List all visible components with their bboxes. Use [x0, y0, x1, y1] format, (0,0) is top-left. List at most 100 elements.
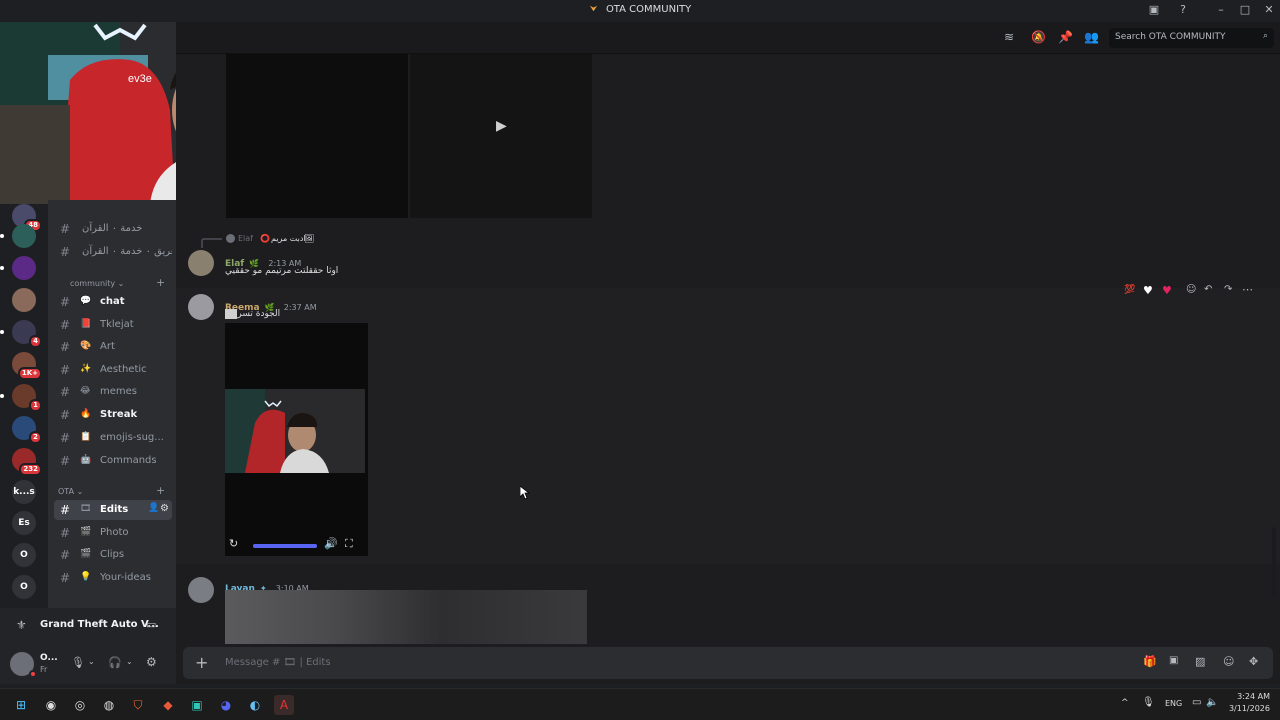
search-input[interactable]: Search OTA COMMUNITY ⌕: [1109, 28, 1274, 48]
activity-panel[interactable]: ⚜ Grand Theft Auto V... ▭: [0, 608, 176, 644]
avatar[interactable]: [188, 294, 214, 320]
tray-mic-icon[interactable]: 🎙: [1142, 697, 1155, 708]
reaction-100-icon[interactable]: 💯: [1124, 285, 1135, 295]
server-es[interactable]: Es: [12, 511, 36, 535]
channel-your-ideas[interactable]: # 💡 Your-ideas: [54, 568, 172, 588]
app-icon-2[interactable]: ◍: [99, 695, 119, 715]
reply-icon[interactable]: ↶: [1204, 284, 1212, 295]
settings-gear-icon[interactable]: ⚙: [146, 655, 157, 669]
headphones-icon[interactable]: 🎧: [108, 656, 122, 669]
server-o-1[interactable]: O: [12, 543, 36, 567]
server-o-2[interactable]: O: [12, 575, 36, 599]
channel-memes[interactable]: # 😂 memes: [54, 382, 172, 402]
threads-icon[interactable]: ≋: [1004, 30, 1014, 44]
add-channel-icon[interactable]: +: [156, 484, 165, 497]
user-panel: O... Fr 🎙 ⌄ 🎧 ⌄ ⚙: [0, 644, 176, 684]
add-attachment-icon[interactable]: +: [195, 653, 208, 672]
replay-icon[interactable]: ↻: [229, 537, 238, 550]
channel-edits[interactable]: # 🎞 Edits 👤 ⚙: [54, 500, 172, 520]
brave-icon[interactable]: ⛉: [128, 695, 148, 715]
gif-icon[interactable]: ▣: [1169, 655, 1178, 666]
message-composer[interactable]: + Message # 🎞 | Edits 🎁 ▣ ▨ ☺ ✥: [183, 647, 1273, 679]
avatar[interactable]: [188, 577, 214, 603]
close-button[interactable]: ✕: [1260, 3, 1278, 16]
channel-photo[interactable]: # 🎬 Photo: [54, 523, 172, 543]
channel-commands[interactable]: # 🤖 Commands: [54, 451, 172, 471]
maximize-button[interactable]: □: [1236, 3, 1254, 16]
apps-icon[interactable]: ✥: [1249, 655, 1258, 668]
channel-clips[interactable]: # 🎬 Clips: [54, 545, 172, 565]
previous-video-embed[interactable]: [226, 54, 408, 218]
server-icon-5[interactable]: 4: [0, 320, 42, 348]
reply-author[interactable]: Elaf: [238, 234, 253, 243]
more-options-icon[interactable]: ⋯: [1242, 283, 1253, 296]
app-icon-3[interactable]: ◆: [158, 695, 178, 715]
channel-streak[interactable]: # 🔥 Streak: [54, 405, 172, 425]
minimize-button[interactable]: –: [1212, 3, 1230, 16]
progress-track[interactable]: [253, 544, 317, 548]
member-list-icon[interactable]: 👥: [1084, 30, 1099, 44]
channel-emoji: 🎬: [80, 549, 92, 559]
emoji-picker-icon[interactable]: ☺: [1223, 655, 1234, 668]
inbox-icon[interactable]: ▣: [1145, 3, 1163, 16]
forward-icon[interactable]: ↷: [1224, 284, 1232, 295]
microphone-icon[interactable]: 🎙: [71, 656, 85, 669]
app-icon-1[interactable]: ◎: [70, 695, 90, 715]
reaction-heart-red-icon[interactable]: ♥: [1162, 284, 1172, 297]
avatar[interactable]: [188, 250, 214, 276]
hash-icon: #: [60, 431, 71, 445]
tray-chevron-icon[interactable]: ^: [1121, 698, 1129, 708]
reply-preview-text[interactable]: ادبت مريم: [271, 234, 306, 243]
tray-display-icon[interactable]: ▭: [1192, 697, 1201, 708]
screen-share-icon[interactable]: ▭: [146, 618, 156, 631]
volume-icon[interactable]: 🔊: [324, 537, 338, 550]
app-icon-4[interactable]: ▣: [187, 695, 207, 715]
pin-icon[interactable]: 📌: [1058, 30, 1073, 44]
server-icon-3[interactable]: [0, 256, 36, 280]
channel-tklejat[interactable]: # 📕 Tklejat: [54, 315, 172, 335]
server-ks[interactable]: k...s: [12, 480, 36, 504]
server-icon-4[interactable]: [12, 288, 36, 312]
scrollbar-thumb[interactable]: [1272, 527, 1276, 597]
windows-start-icon[interactable]: ⊞: [11, 695, 31, 715]
channel-art[interactable]: # 🎨 Art: [54, 337, 172, 357]
image-attachment[interactable]: [225, 590, 587, 644]
discord-icon[interactable]: ◕: [216, 695, 236, 715]
language-indicator[interactable]: ENG: [1165, 699, 1182, 708]
gift-icon[interactable]: 🎁: [1143, 655, 1157, 668]
channel-quran-2[interactable]: # تغريق ٠ خدمة ٠ القرآن: [54, 242, 172, 262]
help-icon[interactable]: ?: [1174, 3, 1192, 16]
add-reaction-icon[interactable]: ☺: [1186, 284, 1196, 295]
server-icon-2[interactable]: [0, 224, 36, 248]
clock-time[interactable]: 3:24 AM: [1222, 692, 1270, 701]
channel-aesthetic[interactable]: # ✨ Aesthetic: [54, 360, 172, 380]
chevron-down-icon[interactable]: ⌄: [126, 657, 133, 666]
fullscreen-icon[interactable]: ⛶: [345, 537, 353, 551]
video-player[interactable]: ↻ 🔊 ⛶: [225, 323, 368, 556]
category-ota[interactable]: OTA ⌄: [58, 487, 83, 496]
previous-video-embed-2[interactable]: ▶: [410, 54, 592, 218]
server-icon-9[interactable]: 232: [12, 448, 42, 476]
server-icon-8[interactable]: 2: [12, 416, 42, 444]
gear-icon[interactable]: ⚙: [160, 503, 169, 514]
channel-label: Edits: [100, 504, 129, 515]
channel-quran-1[interactable]: # خدمة ٠ القرآن: [54, 219, 172, 239]
channel-chat[interactable]: # 💬 chat: [54, 292, 172, 312]
add-channel-icon[interactable]: +: [156, 276, 165, 289]
mute-bell-icon[interactable]: 🔕: [1031, 30, 1046, 44]
unread-pip: [0, 266, 4, 270]
category-community[interactable]: community ⌄: [70, 279, 124, 288]
server-icon-6[interactable]: 1K+: [12, 352, 42, 380]
clock-date[interactable]: 3/11/2026: [1222, 704, 1270, 713]
sticker-picker-icon[interactable]: ▨: [1195, 655, 1205, 668]
play-icon[interactable]: ▶: [496, 118, 507, 134]
channel-emojis-suggestions[interactable]: # 📋 emojis-sug...: [54, 428, 172, 448]
app-icon-5[interactable]: A: [274, 695, 294, 715]
reaction-heart-white-icon[interactable]: ♥: [1143, 284, 1153, 297]
steam-icon[interactable]: ◐: [245, 695, 265, 715]
invite-icon[interactable]: 👤: [148, 503, 159, 513]
chevron-down-icon[interactable]: ⌄: [88, 657, 95, 666]
tray-volume-icon[interactable]: 🔈: [1206, 697, 1218, 708]
obs-icon[interactable]: ◉: [41, 695, 61, 715]
server-icon-7[interactable]: 1: [0, 384, 42, 412]
